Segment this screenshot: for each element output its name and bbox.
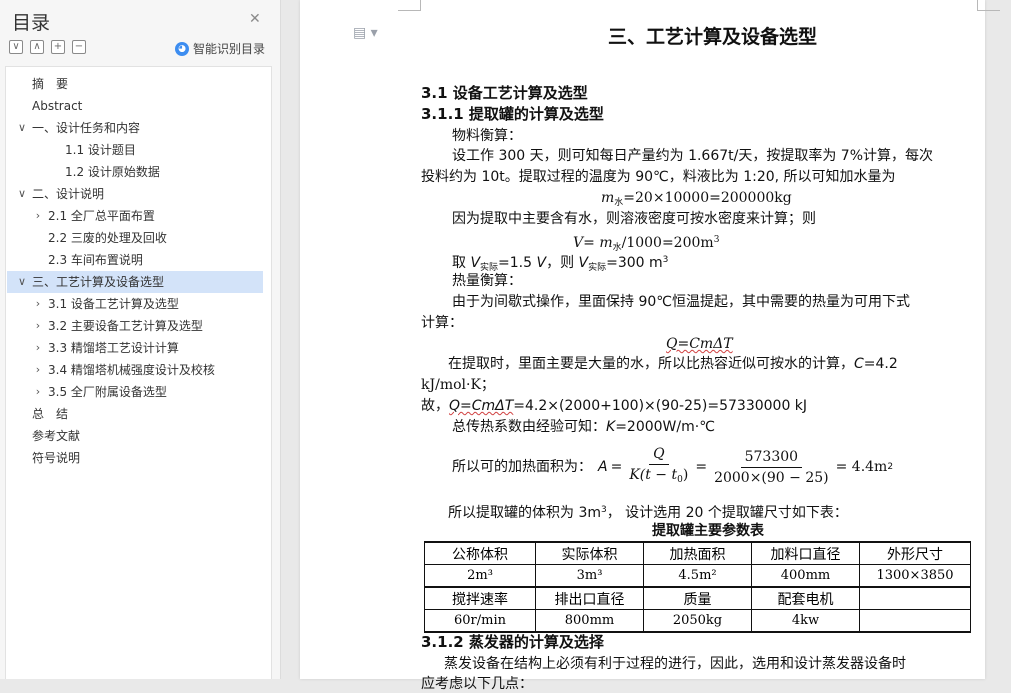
table-cell: 60r/min (424, 609, 536, 633)
chapter-title: 三、工艺计算及设备选型 (608, 26, 818, 48)
toc-item-3-1[interactable]: › 3.1 设备工艺计算及选型 (7, 293, 263, 315)
toc-item-ch2[interactable]: ∨ 二、设计说明 (7, 183, 263, 205)
equation: m水=20×10000=200000kg (601, 190, 792, 208)
paragraph: 物料衡算： (452, 128, 522, 144)
table-header-cell: 实际体积 (535, 541, 644, 565)
table-header-row: 公称体积 实际体积 加热面积 加料口直径 外形尺寸 (424, 541, 971, 565)
remove-heading-button[interactable]: − (72, 40, 86, 54)
paragraph: 故，Q=CmΔT=4.2×(2000+100)×(90-25)=57330000… (421, 398, 808, 414)
table-cell: 4.5m² (643, 564, 752, 588)
parameter-table: 公称体积 实际体积 加热面积 加料口直径 外形尺寸 2m³ 3m³ 4.5m² … (424, 541, 971, 633)
document-page[interactable]: 三、工艺计算及设备选型 3.1 设备工艺计算及选型 3.1.1 提取罐的计算及选… (300, 0, 1000, 692)
table-row: 60r/min 800mm 2050kg 4kw (424, 609, 971, 633)
paragraph: 热量衡算： (452, 273, 522, 289)
paragraph: 在提取时，里面主要是大量的水，所以比热容近似可按水的计算，C=4.2 (448, 356, 898, 372)
toc-item-3-2[interactable]: › 3.2 主要设备工艺计算及选型 (7, 315, 263, 337)
table-header-cell: 配套电机 (751, 586, 860, 610)
table-header-cell: 公称体积 (424, 541, 536, 565)
table-header-cell: 加料口直径 (751, 541, 860, 565)
table-cell: 800mm (535, 609, 644, 633)
heading-3-1: 3.1 设备工艺计算及选型 (421, 84, 588, 102)
table-header-row: 搅拌速率 排出口直径 质量 配套电机 (424, 586, 971, 610)
equation: 所以可的加热面积为： A = Q K(t − t0) = 573300 2000… (452, 446, 894, 486)
nav-title: 目录 (12, 12, 51, 34)
collapse-all-button[interactable]: ∧ (30, 40, 44, 54)
toc-item-ch1[interactable]: ∨ 一、设计任务和内容 (7, 117, 263, 139)
table-cell (859, 609, 971, 633)
toc-list: 摘 要 Abstract ∨ 一、设计任务和内容 1.1 设计题目 1.2 设计原… (5, 66, 272, 679)
toc-item-2-3[interactable]: 2.3 车间布置说明 (7, 249, 263, 271)
heading-3-1-1: 3.1.1 提取罐的计算及选型 (421, 105, 604, 123)
table-cell: 400mm (751, 564, 860, 588)
paragraph: kJ/mol·K； (421, 377, 495, 393)
chevron-right-icon[interactable]: › (33, 381, 43, 403)
table-header-cell: 外形尺寸 (859, 541, 971, 565)
toc-item-1-2[interactable]: 1.2 设计原始数据 (7, 161, 263, 183)
table-cell: 3m³ (535, 564, 644, 588)
chevron-right-icon[interactable]: › (33, 315, 43, 337)
paragraph: 应考虑以下几点： (421, 676, 533, 692)
table-cell: 4kw (751, 609, 860, 633)
table-header-cell: 加热面积 (643, 541, 752, 565)
smart-toc-label: 智能识别目录 (193, 42, 266, 56)
expand-all-button[interactable]: ∨ (9, 40, 23, 54)
page-corner-mark (398, 0, 421, 11)
paragraph: 计算： (421, 315, 463, 331)
table-header-cell: 搅拌速率 (424, 586, 536, 610)
table-cell: 2m³ (424, 564, 536, 588)
chevron-right-icon[interactable]: › (33, 337, 43, 359)
page-corner-mark (977, 0, 1000, 11)
nav-toolbar: ∨ ∧ + − (9, 40, 86, 54)
chevron-right-icon[interactable]: › (33, 205, 43, 227)
table-cell: 1300×3850 (859, 564, 971, 588)
paragraph: 总传热系数由经验可知：K=2000W/m·℃ (452, 419, 715, 435)
chevron-down-icon[interactable]: ∨ (17, 117, 27, 139)
add-heading-button[interactable]: + (51, 40, 65, 54)
toc-item-3-4[interactable]: › 3.4 精馏塔机械强度设计及校核 (7, 359, 263, 381)
toc-item-1-1[interactable]: 1.1 设计题目 (7, 139, 263, 161)
table-header-cell: 质量 (643, 586, 752, 610)
toc-item-abstract[interactable]: Abstract (7, 95, 263, 117)
paragraph: 因为提取中主要含有水，则溶液密度可按水密度来计算；则 (452, 211, 816, 227)
paragraph: 所以提取罐的体积为 3m3， 设计选用 20 个提取罐尺寸如下表： (448, 505, 848, 521)
chevron-down-icon[interactable]: ∨ (17, 183, 27, 205)
table-header-cell: 排出口直径 (535, 586, 644, 610)
table-row: 2m³ 3m³ 4.5m² 400mm 1300×3850 (424, 564, 971, 588)
toc-item-3-3[interactable]: › 3.3 精馏塔工艺设计计算 (7, 337, 263, 359)
chevron-right-icon[interactable]: › (33, 293, 43, 315)
toc-item-ch3[interactable]: ∨ 三、工艺计算及设备选型 (7, 271, 263, 293)
toc-item-abstract-cn[interactable]: 摘 要 (7, 73, 263, 95)
paragraph: 由于为间歇式操作，里面保持 90℃恒温提起，其中需要的热量为可用下式 (452, 294, 910, 310)
table-header-cell (859, 586, 971, 610)
toc-item-3-5[interactable]: › 3.5 全厂附属设备选型 (7, 381, 263, 403)
toc-item-references[interactable]: 参考文献 (7, 425, 263, 447)
table-caption: 提取罐主要参数表 (652, 523, 764, 539)
toc-item-summary[interactable]: 总 结 (7, 403, 263, 425)
equation: Q=CmΔT (666, 336, 733, 352)
paragraph: 投料约为 10t。提取过程的温度为 90℃，料液比为 1:20, 所以可知加水量… (421, 169, 896, 185)
paragraph: 蒸发设备在结构上必须有利于过程的进行，因此，选用和设计蒸发器设备时 (444, 656, 906, 672)
table-cell: 2050kg (643, 609, 752, 633)
chevron-right-icon[interactable]: › (33, 359, 43, 381)
paragraph: 设工作 300 天，则可知每日产量约为 1.667t/天，按提取率为 7%计算，… (452, 148, 934, 164)
document-menu-icon[interactable]: ▤ ▾ (353, 25, 378, 41)
toc-item-2-1[interactable]: › 2.1 全厂总平面布置 (7, 205, 263, 227)
toc-item-2-2[interactable]: 2.2 三废的处理及回收 (7, 227, 263, 249)
heading-3-1-2: 3.1.2 蒸发器的计算及选择 (421, 633, 604, 651)
smart-toc-button[interactable]: ◕ 智能识别目录 (175, 40, 265, 57)
toc-item-symbols[interactable]: 符号说明 (7, 447, 263, 469)
navigation-pane: 目录 ✕ ∨ ∧ + − ◕ 智能识别目录 摘 要 Abstract ∨ 一、设计… (0, 0, 281, 679)
smart-toc-icon: ◕ (175, 41, 189, 56)
document-area[interactable]: 三、工艺计算及设备选型 3.1 设备工艺计算及选型 3.1.1 提取罐的计算及选… (281, 0, 1011, 692)
close-icon[interactable]: ✕ (249, 11, 261, 27)
chevron-down-icon[interactable]: ∨ (17, 271, 27, 293)
